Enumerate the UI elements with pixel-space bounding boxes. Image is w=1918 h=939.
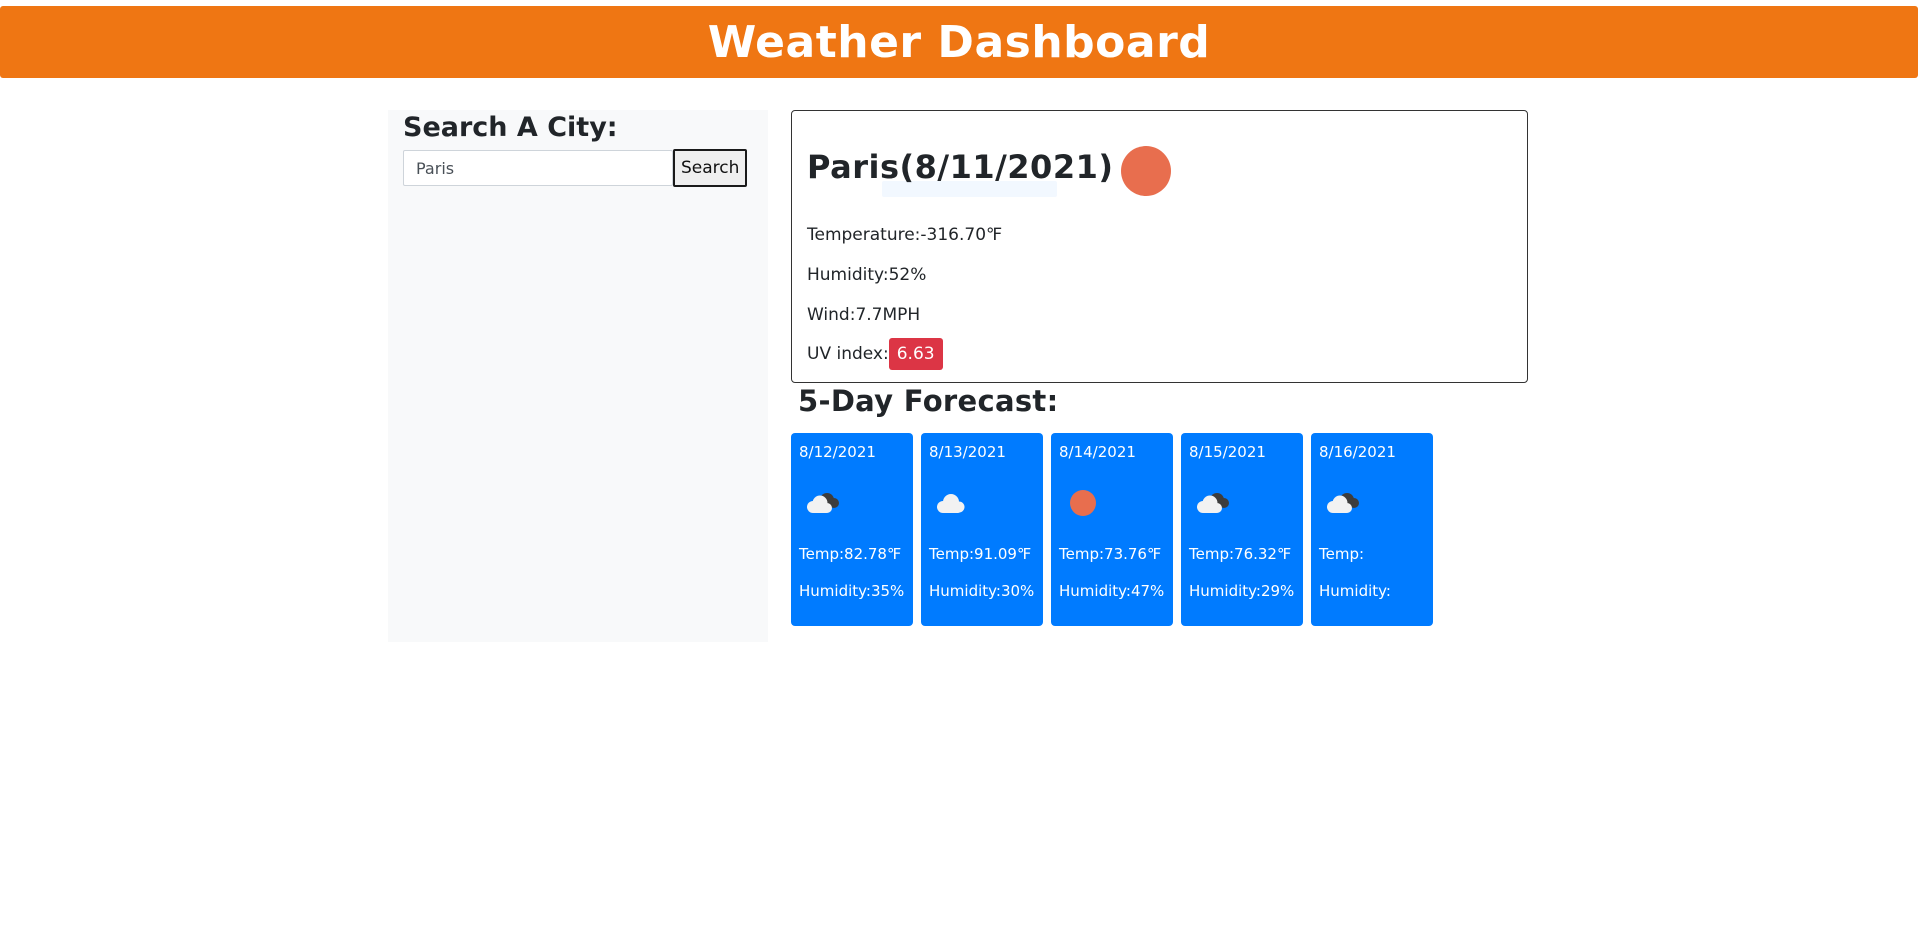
current-humidity: Humidity:52% (807, 265, 927, 285)
forecast-card: 8/12/2021 Temp:82.78℉ Humidity:35% (791, 433, 913, 626)
page-title: Weather Dashboard (707, 16, 1211, 68)
search-button[interactable]: Search (673, 149, 748, 187)
uv-label: UV index: (807, 344, 889, 364)
search-row: Search (403, 149, 748, 187)
clear-sun-icon (1121, 146, 1171, 196)
broken-clouds-icon (807, 493, 839, 513)
forecast-temp: Temp:82.78℉ (799, 545, 902, 563)
clear-sun-icon (1070, 490, 1096, 516)
forecast-card: 8/15/2021 Temp:76.32℉ Humidity:29% (1181, 433, 1303, 626)
forecast-heading: 5-Day Forecast: (798, 384, 1059, 418)
forecast-card: 8/14/2021 Temp:73.76℉ Humidity:47% (1051, 433, 1173, 626)
search-panel: Search A City: Search (388, 110, 768, 642)
current-temperature: Temperature:-316.70℉ (807, 225, 1003, 245)
forecast-temp: Temp:73.76℉ (1059, 545, 1162, 563)
page-header: Weather Dashboard (0, 6, 1918, 78)
forecast-date: 8/14/2021 (1059, 443, 1136, 461)
forecast-date: 8/15/2021 (1189, 443, 1266, 461)
forecast-humidity: Humidity:47% (1059, 582, 1165, 600)
current-weather-card: Paris(8/11/2021) Temperature:-316.70℉ Hu… (791, 110, 1528, 383)
broken-clouds-icon (1197, 493, 1229, 513)
current-uv-row: UV index: 6.63 (807, 338, 943, 370)
forecast-humidity: Humidity:35% (799, 582, 905, 600)
forecast-card: 8/13/2021 Temp:91.09℉ Humidity:30% (921, 433, 1043, 626)
forecast-humidity: Humidity:29% (1189, 582, 1295, 600)
cloud-icon (937, 494, 965, 513)
forecast-temp: Temp:76.32℉ (1189, 545, 1292, 563)
search-heading: Search A City: (403, 112, 618, 143)
forecast-date: 8/13/2021 (929, 443, 1006, 461)
forecast-temp: Temp: (1319, 545, 1365, 563)
forecast-date: 8/12/2021 (799, 443, 876, 461)
uv-index-badge: 6.63 (888, 338, 943, 370)
forecast-temp: Temp:91.09℉ (929, 545, 1032, 563)
forecast-humidity: Humidity: (1319, 582, 1391, 600)
broken-clouds-icon (1327, 493, 1359, 513)
forecast-card: 8/16/2021 Temp: Humidity: (1311, 433, 1433, 626)
forecast-date: 8/16/2021 (1319, 443, 1396, 461)
current-wind: Wind:7.7MPH (807, 305, 921, 325)
city-search-input[interactable] (403, 150, 673, 186)
current-city-title: Paris(8/11/2021) (807, 148, 1114, 186)
forecast-humidity: Humidity:30% (929, 582, 1035, 600)
